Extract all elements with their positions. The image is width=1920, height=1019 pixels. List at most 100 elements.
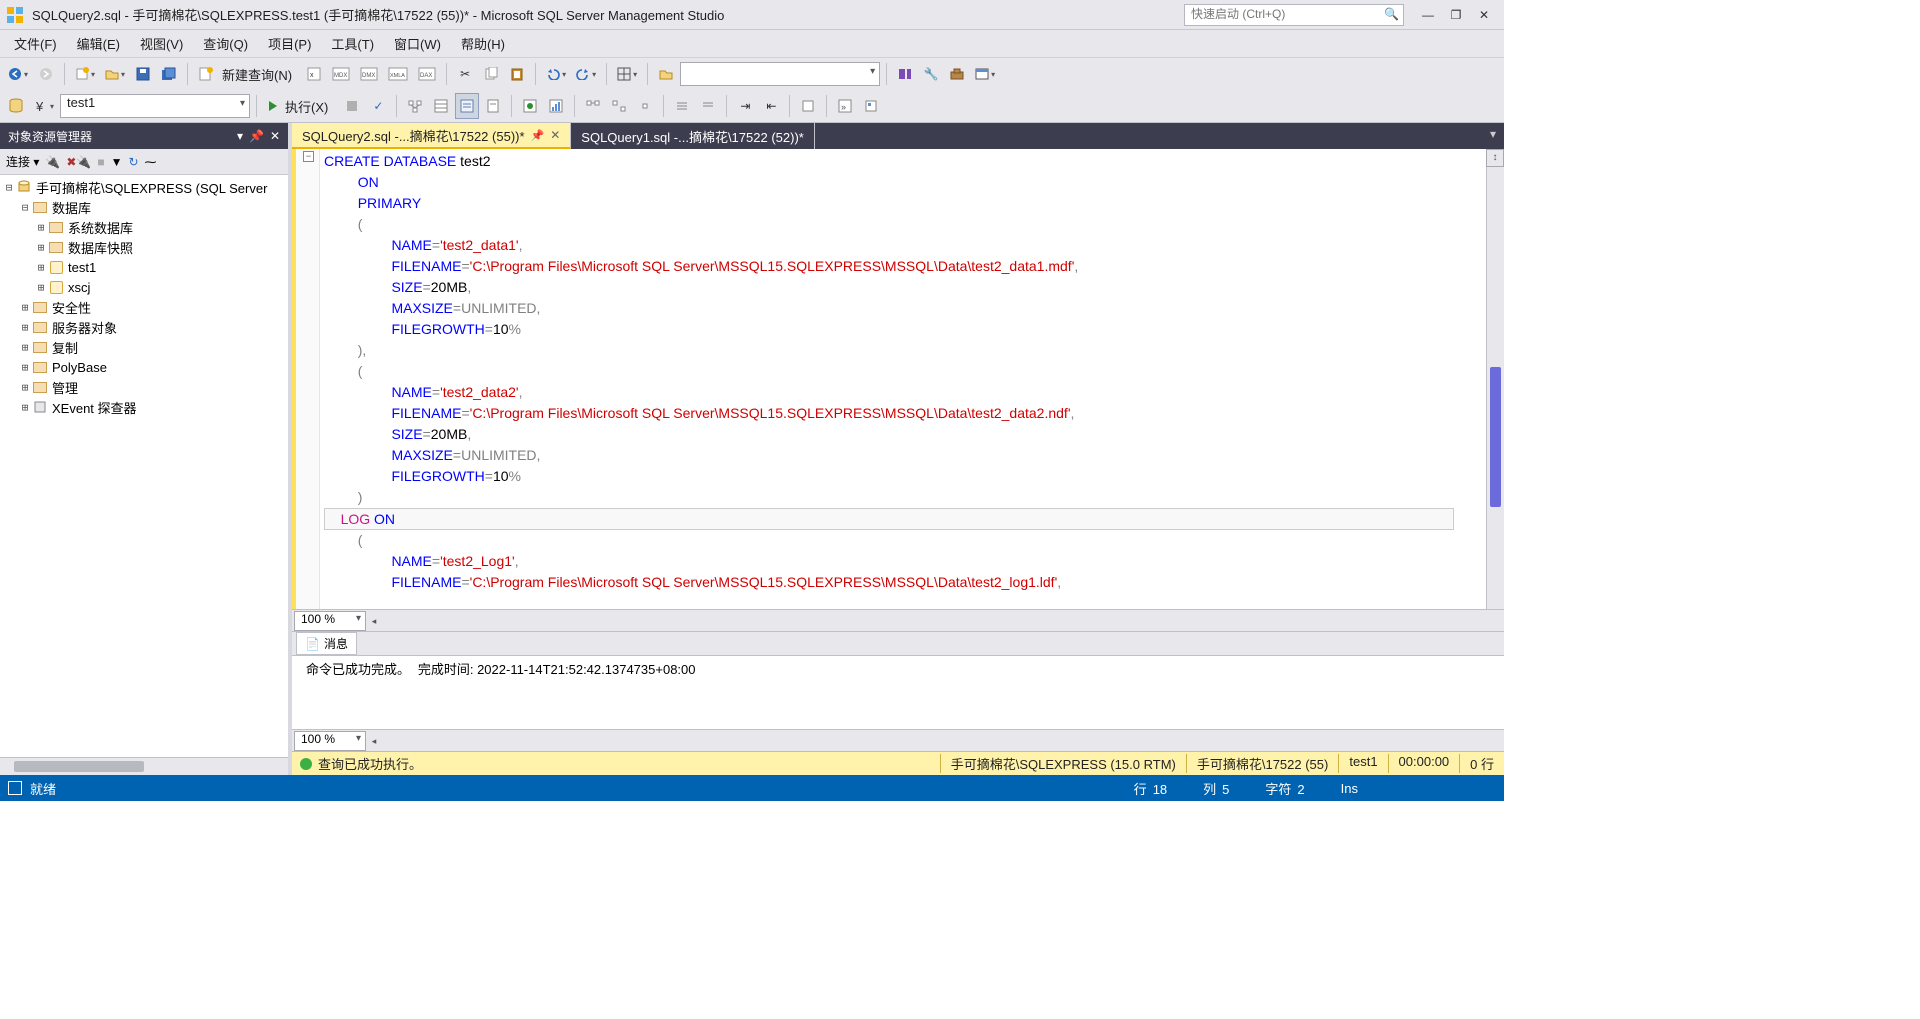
editor-area: SQLQuery2.sql -...摘棉花\17522 (55))* 📌 ✕ S… (292, 123, 1504, 775)
sqlcmd-button[interactable]: » (833, 93, 857, 119)
tree-sysdb[interactable]: ⊞系统数据库 (0, 217, 288, 237)
tree-xevent[interactable]: ⊞XEvent 探查器 (0, 397, 288, 417)
editor-h-scrollbar[interactable]: ◂ (366, 612, 1504, 630)
cut-button[interactable]: ✂ (453, 61, 477, 87)
open-button[interactable] (101, 61, 129, 87)
menu-query[interactable]: 查询(Q) (193, 30, 258, 57)
menu-file[interactable]: 文件(F) (4, 30, 67, 57)
database-combo[interactable]: test1 (60, 94, 250, 118)
tree-replication[interactable]: ⊞复制 (0, 337, 288, 357)
intellisense-button[interactable] (859, 93, 883, 119)
close-tab-icon[interactable]: ✕ (550, 128, 560, 142)
outdent-button[interactable]: ⇤ (759, 93, 783, 119)
redo-button[interactable] (572, 61, 600, 87)
tree-serverobj[interactable]: ⊞服务器对象 (0, 317, 288, 337)
tab-sqlquery1[interactable]: SQLQuery1.sql -...摘棉花\17522 (52))* (571, 123, 815, 149)
close-button[interactable]: ✕ (1470, 4, 1498, 26)
uncomment-button[interactable] (696, 93, 720, 119)
menu-help[interactable]: 帮助(H) (451, 30, 515, 57)
code-content[interactable]: CREATE DATABASE test2 ON PRIMARY ( NAME=… (320, 149, 1486, 609)
tree-polybase[interactable]: ⊞PolyBase (0, 357, 288, 377)
execute-button[interactable]: 执行(X) (263, 93, 338, 119)
code-editor[interactable]: − CREATE DATABASE test2 ON PRIMARY ( NAM… (292, 149, 1504, 609)
xmla-button[interactable]: XMLA (384, 61, 412, 87)
wrench-button[interactable]: 🔧 (919, 61, 943, 87)
text-result-button[interactable] (455, 93, 479, 119)
live-stats-button[interactable] (544, 93, 568, 119)
nav-back-button[interactable] (4, 61, 32, 87)
tree-dbsnapshot[interactable]: ⊞数据库快照 (0, 237, 288, 257)
db-func-button[interactable]: ¥ (30, 93, 58, 119)
dropdown-icon[interactable]: ▾ (237, 129, 243, 143)
xquery-button[interactable]: x (302, 61, 326, 87)
messages-zoom-combo[interactable]: 100 % (294, 731, 366, 751)
filter-icon[interactable]: ▼ (111, 155, 123, 169)
comment-button[interactable] (670, 93, 694, 119)
folder-icon-button[interactable] (654, 61, 678, 87)
tree-xscj[interactable]: ⊞xscj (0, 277, 288, 297)
parse-button[interactable]: ✓ (366, 93, 390, 119)
zoom-combo[interactable]: 100 % (294, 611, 366, 631)
client-stats-button[interactable] (518, 93, 542, 119)
split-button[interactable]: ↕ (1486, 149, 1504, 167)
dmx-button[interactable]: DMX (356, 61, 382, 87)
grid-button[interactable] (613, 61, 641, 87)
menu-project[interactable]: 项目(P) (258, 30, 321, 57)
copy-button[interactable] (479, 61, 503, 87)
menu-view[interactable]: 视图(V) (130, 30, 193, 57)
grid-result-button[interactable] (429, 93, 453, 119)
messages-h-scrollbar[interactable]: ◂ (366, 732, 1504, 750)
disconnect-icon[interactable]: ✖🔌 (66, 155, 91, 169)
new-item-button[interactable] (71, 61, 99, 87)
toolbox-button[interactable] (945, 61, 969, 87)
connect-icon[interactable]: 🔌 (45, 155, 60, 169)
menu-tools[interactable]: 工具(T) (321, 30, 384, 57)
plan-button-4[interactable] (633, 93, 657, 119)
tab-sqlquery2[interactable]: SQLQuery2.sql -...摘棉花\17522 (55))* 📌 ✕ (292, 123, 571, 149)
server-conn-button[interactable] (893, 61, 917, 87)
object-tree[interactable]: ⊟手可摘棉花\SQLEXPRESS (SQL Server ⊟数据库 ⊞系统数据… (0, 175, 288, 757)
save-all-button[interactable] (157, 61, 181, 87)
dax-button[interactable]: DAX (414, 61, 440, 87)
tree-h-scrollbar[interactable] (0, 757, 288, 775)
plan-button-1[interactable] (403, 93, 427, 119)
plan-button-2[interactable] (581, 93, 605, 119)
minimize-button[interactable]: — (1414, 4, 1442, 26)
plan-button-3[interactable] (607, 93, 631, 119)
paste-button[interactable] (505, 61, 529, 87)
quick-launch-input[interactable]: 快速启动 (Ctrl+Q) 🔍 (1184, 4, 1404, 26)
db-icon-button[interactable] (4, 93, 28, 119)
tree-test1[interactable]: ⊞test1 (0, 257, 288, 277)
nav-fwd-button[interactable] (34, 61, 58, 87)
activity-icon[interactable]: ⁓ (145, 155, 157, 169)
menu-edit[interactable]: 编辑(E) (67, 30, 130, 57)
collapse-icon[interactable]: − (303, 151, 314, 162)
messages-body[interactable]: 命令已成功完成。 完成时间: 2022-11-14T21:52:42.13747… (292, 656, 1504, 729)
pin-icon[interactable]: 📌 (249, 129, 264, 143)
menu-window[interactable]: 窗口(W) (384, 30, 451, 57)
indent-button[interactable]: ⇥ (733, 93, 757, 119)
close-panel-icon[interactable]: ✕ (270, 129, 280, 143)
messages-tab[interactable]: 📄 消息 (296, 632, 357, 655)
tree-management[interactable]: ⊞管理 (0, 377, 288, 397)
window-layout-button[interactable] (971, 61, 999, 87)
stop-icon[interactable]: ■ (97, 155, 104, 169)
file-result-button[interactable] (481, 93, 505, 119)
tree-databases[interactable]: ⊟数据库 (0, 197, 288, 217)
tree-security[interactable]: ⊞安全性 (0, 297, 288, 317)
pin-icon[interactable]: 📌 (531, 129, 545, 142)
tabs-overflow-icon[interactable]: ▾ (1482, 123, 1504, 145)
connect-button[interactable]: 连接 ▾ (6, 153, 39, 170)
refresh-icon[interactable]: ↻ (128, 155, 138, 169)
new-query-button[interactable]: 新建查询(N) (194, 61, 300, 87)
editor-v-scrollbar[interactable] (1486, 167, 1504, 609)
tree-server-node[interactable]: ⊟手可摘棉花\SQLEXPRESS (SQL Server (0, 177, 288, 197)
tree-label: 管理 (52, 378, 78, 397)
undo-button[interactable] (542, 61, 570, 87)
maximize-button[interactable]: ❐ (1442, 4, 1470, 26)
stop-button[interactable] (340, 93, 364, 119)
save-button[interactable] (131, 61, 155, 87)
find-combo[interactable] (680, 62, 880, 86)
mdx-button[interactable]: MDX (328, 61, 354, 87)
specify-values-button[interactable] (796, 93, 820, 119)
